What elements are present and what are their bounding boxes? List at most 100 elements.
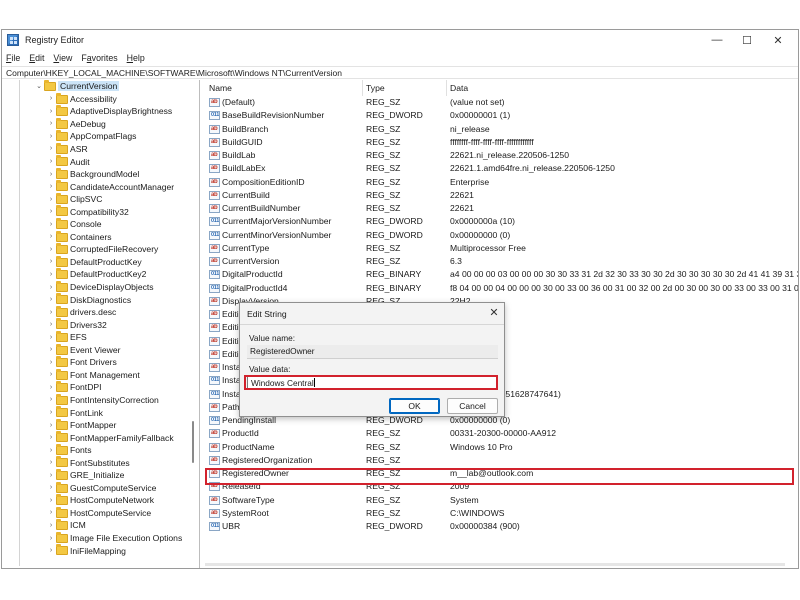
dialog-close-button[interactable]: ✕ <box>487 306 501 319</box>
tree-item-inifilemapping[interactable]: › IniFileMapping <box>2 544 188 557</box>
tree-item-containers[interactable]: › Containers <box>2 230 188 244</box>
value-row[interactable]: 011 CurrentMinorVersionNumber REG_DWORD 0x0… <box>205 229 798 242</box>
tree-item-drivers32[interactable]: › Drivers32 <box>2 318 188 331</box>
chevron-right-icon[interactable]: › <box>47 246 55 253</box>
chevron-right-icon[interactable]: › <box>47 183 55 190</box>
chevron-right-icon[interactable]: › <box>47 171 55 178</box>
tree-item-drivers-desc[interactable]: › drivers.desc <box>2 305 188 319</box>
value-row[interactable]: ab BuildBranch REG_SZ ni_release <box>205 123 798 136</box>
horizontal-scrollbar[interactable] <box>205 563 785 566</box>
value-row[interactable]: ab ProductName REG_SZ Windows 10 Pro <box>205 441 798 454</box>
tree-scrollbar-thumb[interactable] <box>192 421 194 463</box>
chevron-right-icon[interactable]: › <box>47 509 55 516</box>
value-row[interactable]: ab BuildLabEx REG_SZ 22621.1.amd64fre.ni_re… <box>205 162 798 175</box>
chevron-right-icon[interactable]: › <box>47 221 55 228</box>
chevron-right-icon[interactable]: › <box>47 484 55 491</box>
tree-item-fontmapper[interactable]: › FontMapper <box>2 418 188 432</box>
tree-item-candidateaccountmanager[interactable]: › CandidateAccountManager <box>2 180 188 193</box>
chevron-right-icon[interactable]: › <box>47 95 55 102</box>
key-tree-pane[interactable]: ⌄ CurrentVersion › Accessibility › Adaptive… <box>2 80 200 568</box>
tree-item-fontmapperfamilyfallback[interactable]: › FontMapperFamilyFallback <box>2 431 188 444</box>
chevron-right-icon[interactable]: › <box>47 158 55 165</box>
tree-item-currentversion[interactable]: ⌄ CurrentVersion <box>2 80 188 93</box>
column-header-data[interactable]: Data <box>450 83 468 93</box>
chevron-right-icon[interactable]: › <box>47 309 55 316</box>
tree-item-diskdiagnostics[interactable]: › DiskDiagnostics <box>2 293 188 306</box>
value-row[interactable]: ab SystemRoot REG_SZ C:\WINDOWS <box>205 507 798 520</box>
ok-button[interactable]: OK <box>389 398 440 414</box>
value-row[interactable]: 011 DigitalProductId REG_BINARY a4 00 00 00… <box>205 268 798 281</box>
chevron-right-icon[interactable]: › <box>47 296 55 303</box>
chevron-right-icon[interactable]: › <box>47 271 55 278</box>
chevron-right-icon[interactable]: › <box>47 447 55 454</box>
tree-item-aedebug[interactable]: › AeDebug <box>2 117 188 131</box>
value-row[interactable]: ab (Default) REG_SZ (value not set) <box>205 96 798 109</box>
tree-item-icm[interactable]: › ICM <box>2 519 188 532</box>
tree-item-hostcomputeservice[interactable]: › HostComputeService <box>2 506 188 520</box>
value-row[interactable]: 011 BaseBuildRevisionNumber REG_DWORD 0x000… <box>205 109 798 122</box>
tree-item-fontlink[interactable]: › FontLink <box>2 406 188 419</box>
tree-item-defaultproductkey2[interactable]: › DefaultProductKey2 <box>2 268 188 281</box>
tree-item-clipsvc[interactable]: › ClipSVC <box>2 192 188 206</box>
tree-item-fontdpi[interactable]: › FontDPI <box>2 381 188 394</box>
tree-item-font-management[interactable]: › Font Management <box>2 368 188 382</box>
chevron-right-icon[interactable]: › <box>47 208 55 215</box>
chevron-right-icon[interactable]: › <box>47 108 55 115</box>
value-row[interactable]: 011 CurrentMajorVersionNumber REG_DWORD 0x0… <box>205 215 798 228</box>
column-divider[interactable] <box>446 80 447 96</box>
chevron-right-icon[interactable]: › <box>47 284 55 291</box>
tree-item-gre-initialize[interactable]: › GRE_Initialize <box>2 469 188 482</box>
tree-item-event-viewer[interactable]: › Event Viewer <box>2 343 188 357</box>
value-row[interactable]: ab CurrentVersion REG_SZ 6.3 <box>205 255 798 268</box>
value-row[interactable]: ab CurrentBuild REG_SZ 22621 <box>205 189 798 202</box>
column-header-name[interactable]: Name <box>209 83 232 93</box>
value-row[interactable]: ab RegisteredOrganization REG_SZ <box>205 454 798 467</box>
chevron-right-icon[interactable]: › <box>47 233 55 240</box>
tree-item-image-file-execution-options[interactable]: › Image File Execution Options <box>2 531 188 545</box>
tree-item-console[interactable]: › Console <box>2 218 188 231</box>
chevron-right-icon[interactable]: › <box>47 409 55 416</box>
maximize-button[interactable]: ☐ <box>732 30 762 50</box>
tree-item-font-drivers[interactable]: › Font Drivers <box>2 356 188 369</box>
tree-item-hostcomputenetwork[interactable]: › HostComputeNetwork <box>2 494 188 507</box>
tree-item-guestcomputeservice[interactable]: › GuestComputeService <box>2 481 188 495</box>
tree-item-fontintensitycorrection[interactable]: › FontIntensityCorrection <box>2 393 188 407</box>
tree-item-audit[interactable]: › Audit <box>2 155 188 168</box>
value-row[interactable]: ab CompositionEditionID REG_SZ Enterprise <box>205 176 798 189</box>
chevron-right-icon[interactable]: › <box>47 321 55 328</box>
tree-item-backgroundmodel[interactable]: › BackgroundModel <box>2 167 188 181</box>
chevron-right-icon[interactable]: › <box>47 522 55 529</box>
value-row[interactable]: ab BuildLab REG_SZ 22621.ni_release.220506-… <box>205 149 798 162</box>
cancel-button[interactable]: Cancel <box>447 398 498 414</box>
value-row[interactable]: 011 DigitalProductId4 REG_BINARY f8 04 00 0… <box>205 282 798 295</box>
tree-item-accessibility[interactable]: › Accessibility <box>2 92 188 106</box>
tree-item-defaultproductkey[interactable]: › DefaultProductKey <box>2 255 188 269</box>
chevron-right-icon[interactable]: › <box>47 547 55 554</box>
chevron-right-icon[interactable]: › <box>47 258 55 265</box>
value-row[interactable]: ab CurrentBuildNumber REG_SZ 22621 <box>205 202 798 215</box>
chevron-right-icon[interactable]: › <box>47 334 55 341</box>
menu-file[interactable]: File <box>6 53 20 63</box>
menu-help[interactable]: Help <box>127 53 145 63</box>
value-row[interactable]: 011 UBR REG_DWORD 0x00000384 (900) <box>205 520 798 533</box>
chevron-right-icon[interactable]: › <box>47 384 55 391</box>
value-row[interactable]: ab SoftwareType REG_SZ System <box>205 494 798 507</box>
tree-item-fonts[interactable]: › Fonts <box>2 443 188 457</box>
value-row[interactable]: ab ProductId REG_SZ 00331-20300-00000-AA912 <box>205 427 798 440</box>
chevron-right-icon[interactable]: › <box>47 120 55 127</box>
chevron-down-icon[interactable]: ⌄ <box>35 82 43 90</box>
chevron-right-icon[interactable]: › <box>47 434 55 441</box>
chevron-right-icon[interactable]: › <box>47 459 55 466</box>
column-divider[interactable] <box>362 80 363 96</box>
chevron-right-icon[interactable]: › <box>47 497 55 504</box>
tree-item-adaptivedisplaybrightness[interactable]: › AdaptiveDisplayBrightness <box>2 105 188 118</box>
minimize-button[interactable]: — <box>702 30 732 50</box>
menu-edit[interactable]: Edit <box>29 53 44 63</box>
value-row[interactable]: ab BuildGUID REG_SZ ffffffff-ffff-ffff-ffff… <box>205 136 798 149</box>
menu-view[interactable]: View <box>53 53 72 63</box>
value-row[interactable]: ab CurrentType REG_SZ Multiprocessor Free <box>205 242 798 255</box>
tree-item-fontsubstitutes[interactable]: › FontSubstitutes <box>2 456 188 469</box>
column-header-type[interactable]: Type <box>366 83 385 93</box>
chevron-right-icon[interactable]: › <box>47 535 55 542</box>
chevron-right-icon[interactable]: › <box>47 396 55 403</box>
